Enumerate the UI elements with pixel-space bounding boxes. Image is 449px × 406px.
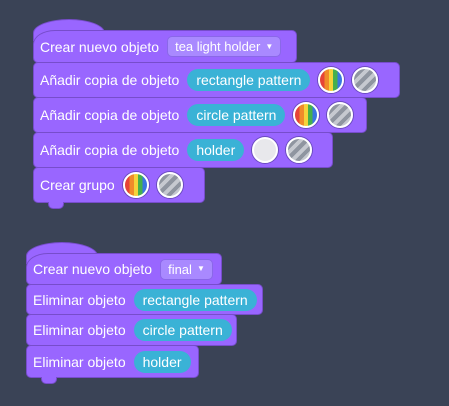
block-label: Eliminar objeto: [33, 353, 126, 370]
delete-object-block-1[interactable]: Eliminar objeto rectangle pattern: [26, 284, 263, 315]
rainbow-color-icon[interactable]: [122, 172, 149, 198]
block-label: Añadir copia de objeto: [40, 72, 180, 88]
reporter-holder[interactable]: holder: [187, 139, 245, 161]
dropdown-value: final: [168, 261, 192, 277]
block-bottom-tab: [48, 202, 64, 209]
striped-pattern-icon[interactable]: [286, 137, 313, 163]
striped-pattern-icon[interactable]: [327, 102, 354, 128]
create-object-block[interactable]: Crear nuevo objeto tea light holder ▼: [33, 30, 297, 63]
object-name-dropdown[interactable]: final ▼: [160, 258, 213, 280]
reporter-circle-pattern[interactable]: circle pattern: [133, 319, 232, 341]
reporter-rectangle-pattern[interactable]: rectangle pattern: [133, 288, 257, 311]
block-label: Crear nuevo objeto: [40, 38, 160, 55]
add-copy-block-2[interactable]: Añadir copia de objeto circle pattern: [33, 97, 367, 133]
plain-color-icon[interactable]: [252, 137, 279, 163]
dropdown-value: tea light holder: [175, 39, 261, 54]
create-object-block[interactable]: Crear nuevo objeto final ▼: [26, 253, 222, 285]
delete-object-block-3[interactable]: Eliminar objeto holder: [26, 345, 199, 384]
block-label: Eliminar objeto: [33, 291, 126, 308]
block-bottom-tab: [41, 377, 57, 384]
block-label: Crear grupo: [40, 177, 115, 193]
object-name-dropdown[interactable]: tea light holder ▼: [167, 36, 282, 57]
block-label: Añadir copia de objeto: [40, 142, 180, 158]
striped-pattern-icon[interactable]: [352, 67, 379, 93]
add-copy-block-1[interactable]: Añadir copia de objeto rectangle pattern: [33, 62, 400, 98]
block-label: Eliminar objeto: [33, 322, 126, 338]
delete-object-block-2[interactable]: Eliminar objeto circle pattern: [26, 314, 237, 346]
reporter-holder[interactable]: holder: [133, 350, 191, 373]
block-label: Añadir copia de objeto: [40, 107, 180, 123]
rainbow-color-icon[interactable]: [293, 102, 320, 128]
chevron-down-icon: ▼: [196, 264, 205, 273]
add-copy-block-3[interactable]: Añadir copia de objeto holder: [33, 132, 333, 168]
rainbow-color-icon[interactable]: [318, 67, 345, 93]
chevron-down-icon: ▼: [265, 41, 274, 51]
block-label: Crear nuevo objeto: [33, 261, 153, 277]
reporter-circle-pattern[interactable]: circle pattern: [187, 104, 286, 126]
create-group-block[interactable]: Crear grupo: [33, 167, 205, 209]
reporter-rectangle-pattern[interactable]: rectangle pattern: [187, 69, 311, 91]
striped-pattern-icon[interactable]: [156, 172, 183, 198]
